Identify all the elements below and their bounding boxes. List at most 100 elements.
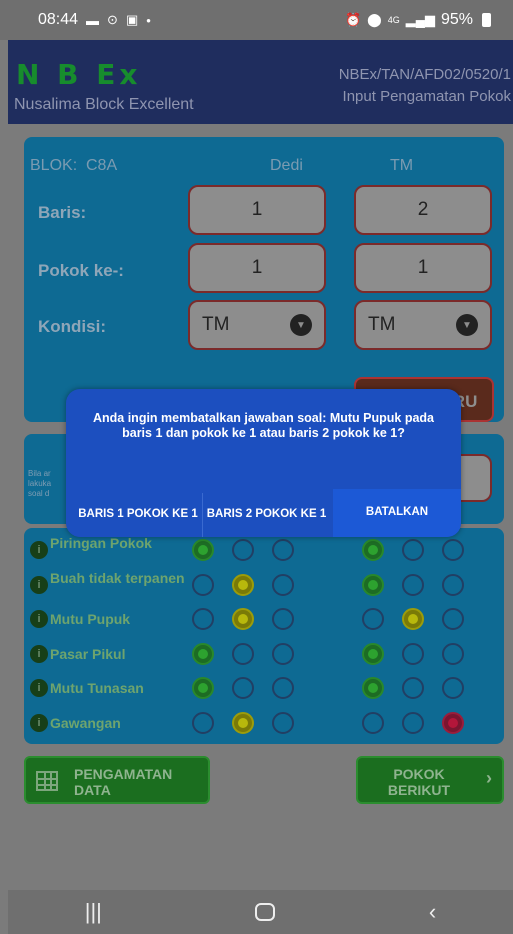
radio-right-red[interactable] (442, 677, 464, 699)
radio-right-red[interactable] (442, 608, 464, 630)
info-icon[interactable]: i (30, 575, 48, 594)
pokok-berikut-button[interactable]: POKOK BERIKUT › (356, 756, 504, 804)
baris-label: Baris: (38, 203, 87, 222)
radio-left-yellow[interactable] (232, 608, 254, 630)
kondisi-label: Kondisi: (38, 317, 106, 336)
blok-kind: TM (390, 157, 414, 174)
info-icon[interactable]: i (30, 644, 48, 663)
info-icon[interactable]: i (30, 679, 48, 697)
question-row: i Pasar Pikul (24, 638, 504, 672)
question-row: i Mutu Tunasan (24, 672, 504, 706)
radio-right-red[interactable] (442, 573, 464, 596)
radio-left-red[interactable] (272, 642, 294, 665)
question-row: i Piringan Pokok (24, 534, 504, 568)
radio-right-green[interactable] (362, 642, 384, 665)
radio-left-green[interactable] (192, 642, 214, 665)
radio-right-green[interactable] (362, 608, 384, 630)
radio-right-green[interactable] (362, 539, 384, 561)
location-icon: ⊙ (107, 12, 118, 27)
radio-right-yellow[interactable] (402, 642, 424, 665)
baris-2-pokok-1-button[interactable]: BARIS 2 POKOK KE 1 (202, 493, 330, 537)
info-icon[interactable]: i (30, 541, 48, 559)
dot-icon: • (146, 12, 151, 28)
radio-right-red[interactable] (442, 539, 464, 561)
radio-right-red[interactable] (442, 642, 464, 665)
kondisi-select-1[interactable]: TM ▼ (188, 300, 326, 350)
kondisi-select-2[interactable]: TM ▼ (354, 300, 492, 350)
status-bar: 08:44 ▬ ⊙ ▣ • ⏰ ⬤ 4G ▂▄▆ 95% (0, 0, 513, 40)
app-subtitle: Nusalima Block Excellent (14, 96, 194, 113)
radio-left-red[interactable] (272, 711, 294, 734)
question-label: Pasar Pikul (50, 645, 126, 662)
radio-right-red[interactable] (442, 711, 464, 734)
cancel-answer-dialog: Anda ingin membatalkan jawaban soal: Mut… (66, 389, 461, 537)
kondisi-select-1-value: TM (202, 314, 230, 335)
chevron-right-icon: › (486, 768, 492, 788)
chevron-down-icon: ▼ (456, 314, 478, 336)
briefcase-icon: ▣ (125, 12, 139, 27)
radio-right-yellow[interactable] (402, 711, 424, 734)
app-logo: N B Ex (16, 58, 142, 91)
radio-left-yellow[interactable] (232, 642, 254, 665)
home-icon[interactable] (255, 903, 276, 921)
radio-right-yellow[interactable] (402, 677, 424, 699)
questions-panel: i Piringan Pokok i Buah tidak terpanen i Mutu… (24, 528, 504, 744)
question-row: i Buah tidak terpanen (24, 569, 504, 603)
mandor-name: Dedi (270, 157, 303, 174)
blok-value: C8A (86, 157, 118, 174)
header-info: NBEx/TAN/AFD02/0520/1 Input Pengamatan P… (339, 64, 511, 108)
radio-left-green[interactable] (192, 573, 214, 596)
chevron-down-icon: ▼ (290, 314, 312, 336)
radio-left-green[interactable] (192, 608, 214, 630)
signal-icon: ▂▄▆ (405, 12, 435, 27)
question-row: i Mutu Pupuk (24, 603, 504, 637)
app-header: N B Ex Nusalima Block Excellent NBEx/TAN… (8, 40, 513, 124)
message-icon: ▬ (86, 12, 100, 28)
dialog-message: Anda ingin membatalkan jawaban soal: Mut… (92, 411, 435, 440)
pokok-label: Pokok ke-: (38, 261, 124, 280)
location-pin-icon: ⬤ (367, 12, 382, 27)
radio-left-red[interactable] (272, 677, 294, 699)
radio-left-yellow[interactable] (232, 539, 254, 561)
question-label: Buah tidak terpanen (50, 569, 185, 586)
network-type: 4G (387, 15, 400, 25)
observation-form-panel: BLOK: C8A Dedi TM Baris: 1 2 Pokok ke-: … (24, 137, 504, 422)
radio-right-yellow[interactable] (402, 608, 424, 630)
batalkan-button[interactable]: BATALKAN (333, 489, 461, 537)
baris-input-1[interactable]: 1 (188, 185, 326, 235)
radio-left-red[interactable] (272, 573, 294, 596)
kondisi-select-2-value: TM (368, 314, 396, 335)
recent-apps-icon[interactable]: ||| (85, 899, 102, 925)
radio-left-yellow[interactable] (232, 711, 254, 734)
radio-right-yellow[interactable] (402, 573, 424, 596)
back-icon[interactable]: ‹ (429, 899, 436, 925)
blok-label: BLOK: (30, 157, 78, 174)
baris-1-pokok-1-button[interactable]: BARIS 1 POKOK KE 1 (74, 493, 202, 537)
info-icon[interactable]: i (30, 713, 48, 732)
radio-left-red[interactable] (272, 539, 294, 561)
radio-right-green[interactable] (362, 573, 384, 596)
pokok-input-1[interactable]: 1 (188, 243, 326, 293)
pokok-input-2[interactable]: 1 (354, 243, 492, 293)
radio-left-red[interactable] (272, 608, 294, 630)
screen-title: Input Pengamatan Pokok (342, 88, 511, 105)
radio-left-green[interactable] (192, 711, 214, 734)
baris-input-2[interactable]: 2 (354, 185, 492, 235)
radio-right-green[interactable] (362, 677, 384, 699)
radio-left-yellow[interactable] (232, 573, 254, 596)
pengamatan-data-button[interactable]: PENGAMATAN DATA (24, 756, 210, 804)
question-row: i Gawangan (24, 707, 504, 741)
system-nav-bar: ||| ‹ (8, 890, 513, 934)
app-screen: 08:44 ▬ ⊙ ▣ • ⏰ ⬤ 4G ▂▄▆ 95% N B Ex Nusa… (0, 0, 513, 934)
radio-left-yellow[interactable] (232, 677, 254, 699)
radio-left-green[interactable] (192, 539, 214, 561)
battery-level: 95% (440, 11, 473, 28)
question-label: Mutu Pupuk (50, 611, 131, 627)
radio-right-yellow[interactable] (402, 539, 424, 561)
alarm-icon: ⏰ (344, 12, 362, 27)
pokok-berikut-label: POKOK BERIKUT (387, 766, 451, 798)
info-icon[interactable]: i (30, 610, 48, 628)
grid-icon (36, 771, 58, 791)
radio-left-green[interactable] (192, 677, 214, 699)
radio-right-green[interactable] (362, 711, 384, 734)
